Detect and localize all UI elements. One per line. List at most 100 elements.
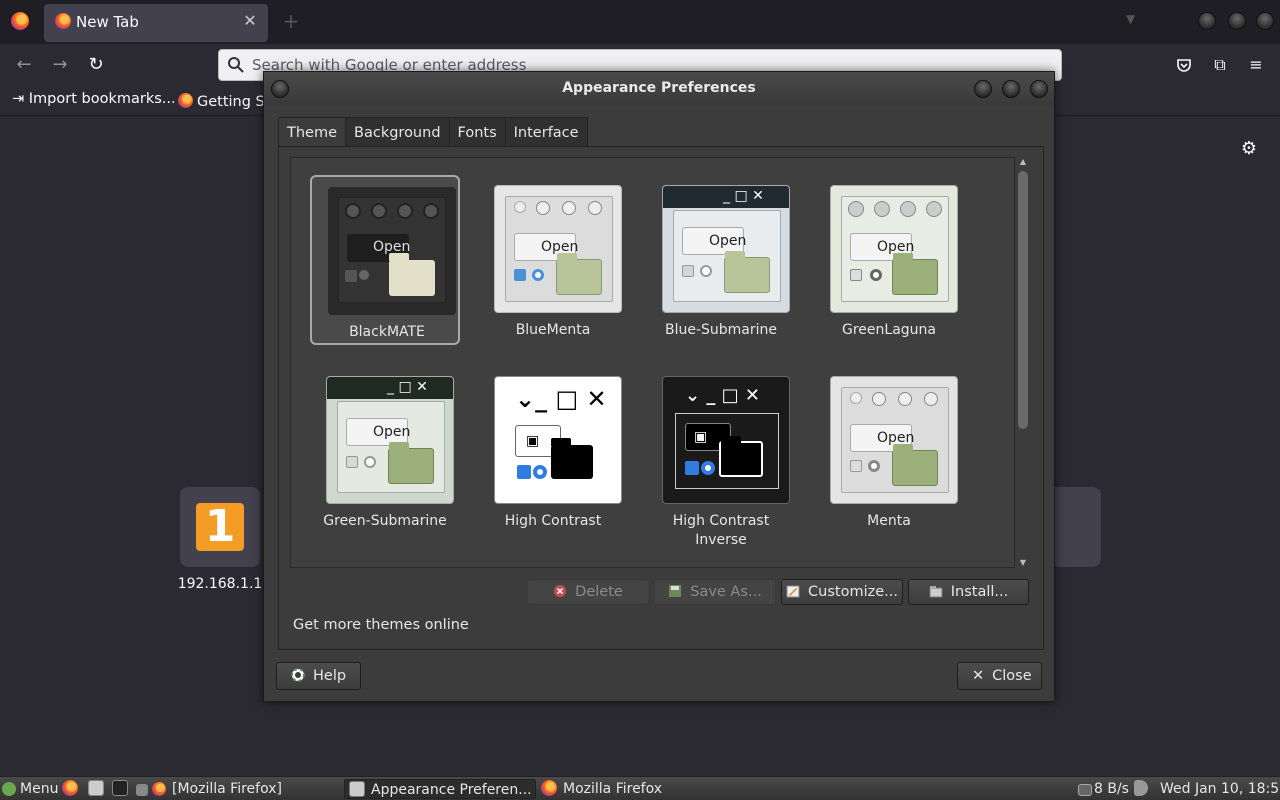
theme-name: BlueMenta	[515, 322, 591, 338]
preview-button	[562, 201, 576, 215]
task-firefox-minimized[interactable]: [Mozilla Firefox]	[136, 779, 282, 799]
preview-radio	[533, 465, 547, 479]
preview-window: Open	[338, 197, 446, 303]
back-arrow-icon[interactable]: ←	[12, 53, 36, 77]
task-appearance-preferences[interactable]: Appearance Preferen...	[344, 779, 536, 799]
preview-window: Open	[841, 196, 949, 302]
bookmark-import[interactable]: ⇥ Import bookmarks...	[12, 91, 176, 107]
folder-icon	[892, 253, 938, 295]
customize-button[interactable]: Customize...	[781, 579, 903, 605]
import-icon: ⇥	[12, 91, 29, 107]
task-mozilla-firefox[interactable]: Mozilla Firefox	[541, 779, 662, 799]
launcher-firefox[interactable]	[62, 779, 84, 799]
theme-name: GreenLaguna	[842, 322, 936, 338]
preview-wm-glyphs: ⌄ _ □ ✕	[685, 385, 760, 406]
appearance-preferences-dialog: Appearance Preferences Theme Background …	[263, 71, 1055, 702]
install-button[interactable]: Install...	[908, 579, 1029, 605]
new-tab-button[interactable]: +	[280, 10, 302, 32]
clock[interactable]: Wed Jan 10, 18:52	[1160, 779, 1280, 799]
pocket-icon[interactable]	[1172, 53, 1196, 77]
preview-button	[850, 392, 862, 404]
tab-close-icon[interactable]: ✕	[240, 11, 260, 31]
theme-preview: Open	[830, 185, 958, 313]
preview-checkbox	[850, 460, 862, 472]
preview-titlebar: _ □ ✕	[327, 377, 453, 399]
menu-hamburger-icon[interactable]: ≡	[1244, 53, 1268, 77]
get-more-themes-link[interactable]: Get more themes online	[293, 617, 469, 633]
firefox-launcher-icon	[62, 780, 78, 796]
theme-menta[interactable]: Open Menta	[814, 366, 964, 536]
theme-name: BlackMATE	[349, 324, 425, 340]
start-menu-button[interactable]: Menu	[2, 779, 58, 799]
preview-wm-glyphs: ⌄_ □ ✕	[515, 385, 607, 413]
network-monitor[interactable]: 8 B/s	[1078, 779, 1129, 799]
launcher-files[interactable]	[88, 779, 110, 799]
scroll-thumb[interactable]	[1018, 171, 1028, 429]
preview-radio	[532, 269, 544, 281]
maximize-window-button[interactable]	[1228, 12, 1246, 30]
list-tabs-chevron-icon[interactable]: ▼	[1126, 12, 1135, 26]
firefox-tab-icon	[55, 13, 71, 29]
preview-button	[900, 201, 916, 217]
volume-control[interactable]	[1134, 779, 1154, 799]
top-site-label[interactable]: 192.168.1.1	[170, 576, 270, 592]
theme-green-submarine[interactable]: _ □ ✕ Open Green-Submarine	[310, 366, 460, 536]
delete-button[interactable]: Delete	[527, 579, 649, 605]
launcher-terminal[interactable]	[112, 779, 134, 799]
preview-titlebar: _ □ ✕	[663, 186, 789, 208]
theme-high-contrast[interactable]: ⌄_ □ ✕ ▣ High Contrast	[478, 366, 628, 536]
preview-wm-glyphs: _ □ ✕	[387, 379, 428, 395]
dialog-minimize-button[interactable]	[974, 80, 992, 98]
bookmark-getting-started[interactable]: Getting St	[178, 91, 270, 110]
preview-button	[898, 392, 912, 406]
preview-button	[588, 201, 602, 215]
gear-icon[interactable]: ⚙	[1239, 138, 1259, 159]
theme-bluementa[interactable]: Open BlueMenta	[478, 175, 628, 345]
help-button[interactable]: Help	[276, 662, 361, 690]
preview-button	[926, 201, 942, 217]
theme-preview: Open	[328, 187, 456, 315]
theme-list-scrollbar[interactable]: ▲ ▼	[1016, 157, 1030, 568]
top-site-tile[interactable]: 1	[180, 487, 260, 567]
preview-button	[924, 392, 938, 406]
theme-blackmate[interactable]: Open BlackMATE	[310, 175, 460, 345]
save-as-button[interactable]: Save As...	[654, 579, 776, 605]
dialog-close-button[interactable]	[1030, 80, 1048, 98]
preview-checkbox	[514, 269, 526, 281]
search-icon	[228, 57, 244, 73]
theme-greenlaguna[interactable]: Open GreenLaguna	[814, 175, 964, 345]
dialog-maximize-button[interactable]	[1002, 80, 1020, 98]
scroll-down-arrow-icon[interactable]: ▼	[1018, 558, 1028, 568]
extensions-icon[interactable]: ⧉	[1208, 53, 1232, 77]
preview-button	[514, 201, 526, 213]
top-site-tile-partial[interactable]	[1055, 487, 1101, 567]
tab-theme[interactable]: Theme	[278, 117, 347, 147]
tab-title: New Tab	[76, 13, 139, 31]
file-manager-icon	[88, 780, 104, 796]
theme-name: High Contrast	[504, 513, 602, 529]
tab-interface[interactable]: Interface	[504, 117, 588, 147]
theme-blue-submarine[interactable]: _ □ ✕ Open Blue-Submarine	[646, 175, 796, 345]
folder-icon	[388, 442, 434, 484]
dialog-titlebar[interactable]: Appearance Preferences	[264, 72, 1054, 106]
theme-high-contrast-inverse[interactable]: ⌄ _ □ ✕ ▣ High Contrast Inverse	[646, 366, 796, 548]
preview-checkbox	[685, 461, 699, 475]
forward-arrow-icon[interactable]: →	[48, 53, 72, 77]
tab-new-tab[interactable]: New Tab ✕	[44, 4, 268, 42]
tab-fonts[interactable]: Fonts	[448, 117, 506, 147]
appearance-icon	[349, 781, 365, 797]
theme-preview: _ □ ✕ Open	[326, 376, 454, 504]
preview-window: Open	[505, 196, 613, 302]
preview-checkbox	[345, 270, 357, 282]
reload-icon[interactable]: ↻	[84, 53, 108, 77]
theme-preview: Open	[494, 185, 622, 313]
minimize-window-button[interactable]	[1198, 12, 1216, 30]
close-window-button[interactable]	[1256, 12, 1274, 30]
delete-icon	[554, 585, 567, 597]
scroll-up-arrow-icon[interactable]: ▲	[1018, 157, 1028, 167]
preview-button	[423, 203, 439, 219]
close-icon: ✕	[972, 668, 985, 684]
close-button[interactable]: ✕ Close	[957, 662, 1042, 690]
firefox-icon	[541, 780, 557, 796]
tab-background[interactable]: Background	[345, 117, 450, 147]
